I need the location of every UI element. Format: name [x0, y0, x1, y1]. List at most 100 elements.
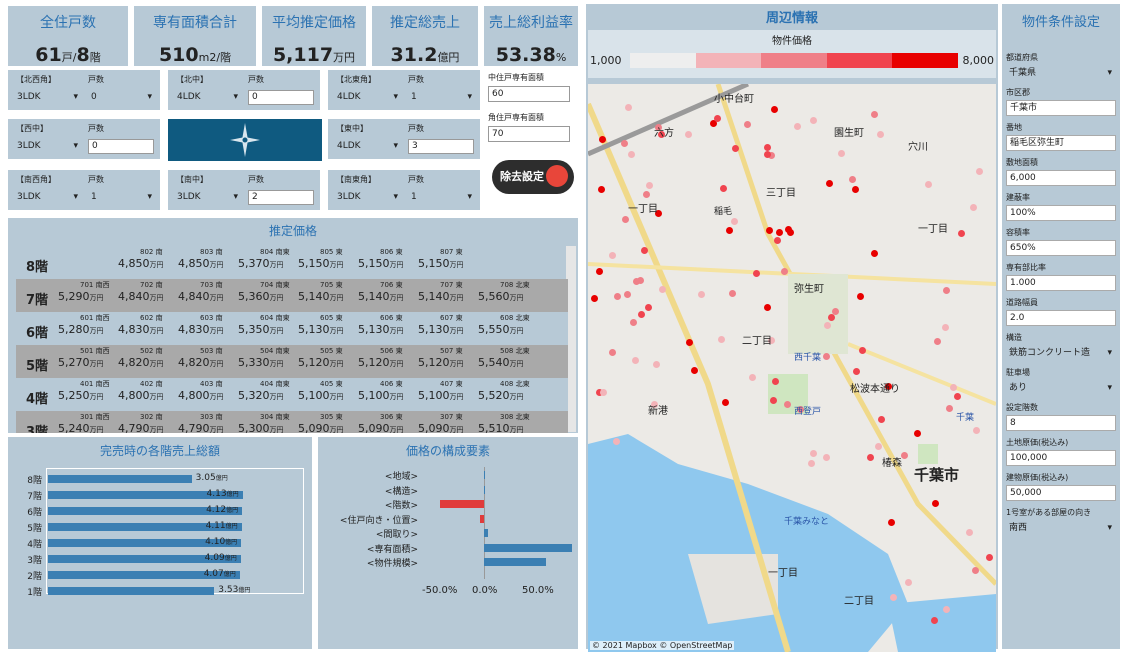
unit-price-cell[interactable]: 504 南東 5,330万円: [238, 346, 290, 369]
component-bar[interactable]: [484, 485, 485, 494]
remove-settings-button[interactable]: 除去設定: [492, 160, 574, 194]
unit-price-cell[interactable]: 308 北東 5,510万円: [478, 412, 530, 433]
unit-price-cell[interactable]: 404 南東 5,320万円: [238, 379, 290, 402]
unit-price-cell[interactable]: 503 南 4,820万円: [178, 346, 224, 369]
unit-price-cell[interactable]: 606 東 5,130万円: [358, 313, 404, 336]
setting-input[interactable]: 50,000: [1006, 485, 1116, 501]
property-marker[interactable]: [726, 226, 733, 234]
layout-select[interactable]: 3LDK: [14, 139, 80, 154]
property-marker[interactable]: [731, 144, 739, 152]
property-marker[interactable]: [637, 310, 645, 318]
mid-area-input[interactable]: 60: [488, 86, 570, 102]
property-marker[interactable]: [608, 252, 616, 260]
unit-price-cell[interactable]: 402 南 4,800万円: [118, 379, 164, 402]
component-bar[interactable]: [484, 558, 546, 566]
unit-price-cell[interactable]: 401 南西 5,250万円: [58, 379, 110, 402]
unit-price-cell[interactable]: 505 東 5,120万円: [298, 346, 344, 369]
property-marker[interactable]: [933, 337, 941, 345]
property-marker[interactable]: [822, 454, 830, 462]
unit-price-cell[interactable]: 305 東 5,090万円: [298, 412, 344, 433]
unit-price-cell[interactable]: 605 東 5,130万円: [298, 313, 344, 336]
setting-input[interactable]: 1.000: [1006, 275, 1116, 291]
setting-input[interactable]: 100,000: [1006, 450, 1116, 466]
map-view[interactable]: 小中台町 園生町 穴川 六方 一丁目 稲毛 三丁目 弥生町 二丁目 西千葉 松波…: [588, 84, 996, 652]
property-marker[interactable]: [597, 185, 605, 193]
setting-select[interactable]: 千葉県: [1006, 65, 1116, 81]
unit-price-cell[interactable]: 306 東 5,090万円: [358, 412, 404, 433]
unit-price-cell[interactable]: 806 東 5,150万円: [358, 247, 404, 270]
property-marker[interactable]: [809, 449, 817, 457]
layout-select[interactable]: 4LDK: [174, 90, 240, 105]
count-input[interactable]: 0: [248, 90, 314, 105]
setting-select[interactable]: 南西: [1006, 520, 1116, 536]
count-input[interactable]: 2: [248, 190, 314, 205]
property-marker[interactable]: [728, 289, 736, 297]
property-marker[interactable]: [784, 225, 792, 233]
property-marker[interactable]: [629, 318, 637, 326]
unit-price-cell[interactable]: 804 南東 5,370万円: [238, 247, 290, 270]
unit-price-cell[interactable]: 506 東 5,120万円: [358, 346, 404, 369]
property-marker[interactable]: [763, 303, 771, 311]
setting-input[interactable]: 650%: [1006, 240, 1116, 256]
setting-input[interactable]: 稲毛区弥生町: [1006, 135, 1116, 151]
property-marker[interactable]: [753, 269, 761, 277]
unit-price-cell[interactable]: 303 南 4,790万円: [178, 412, 224, 433]
layout-select[interactable]: 3LDK: [334, 190, 400, 205]
property-marker[interactable]: [851, 185, 859, 193]
unit-price-cell[interactable]: 802 南 4,850万円: [118, 247, 164, 270]
layout-select[interactable]: 4LDK: [334, 139, 400, 154]
count-select[interactable]: 1: [88, 190, 154, 205]
component-bar[interactable]: [484, 529, 488, 537]
property-marker[interactable]: [640, 247, 648, 255]
property-marker[interactable]: [595, 268, 603, 276]
component-bar[interactable]: [484, 471, 485, 479]
unit-price-cell[interactable]: 304 南東 5,300万円: [238, 412, 290, 433]
component-bar[interactable]: [440, 500, 484, 508]
unit-price-cell[interactable]: 307 東 5,090万円: [418, 412, 464, 433]
property-marker[interactable]: [972, 426, 980, 434]
layout-select[interactable]: 3LDK: [14, 90, 80, 105]
unit-price-cell[interactable]: 601 南西 5,280万円: [58, 313, 110, 336]
unit-price-cell[interactable]: 507 東 5,120万円: [418, 346, 464, 369]
property-marker[interactable]: [877, 415, 885, 423]
unit-price-cell[interactable]: 805 東 5,150万円: [298, 247, 344, 270]
setting-input[interactable]: 100%: [1006, 205, 1116, 221]
property-marker[interactable]: [590, 294, 598, 302]
property-marker[interactable]: [627, 150, 635, 158]
setting-input[interactable]: 2.0: [1006, 310, 1116, 326]
setting-select[interactable]: 鉄筋コンクリート造: [1006, 345, 1116, 361]
property-marker[interactable]: [823, 321, 831, 329]
property-marker[interactable]: [642, 191, 650, 199]
property-marker[interactable]: [730, 218, 738, 226]
property-marker[interactable]: [645, 181, 653, 189]
count-input[interactable]: 3: [408, 139, 474, 154]
setting-input[interactable]: 8: [1006, 415, 1116, 431]
unit-price-cell[interactable]: 302 南 4,790万円: [118, 412, 164, 433]
property-marker[interactable]: [809, 116, 817, 124]
layout-select[interactable]: 3LDK: [14, 190, 80, 205]
property-marker[interactable]: [870, 111, 878, 119]
layout-select[interactable]: 3LDK: [174, 190, 240, 205]
unit-price-cell[interactable]: 602 南 4,830万円: [118, 313, 164, 336]
property-marker[interactable]: [644, 304, 652, 312]
layout-select[interactable]: 4LDK: [334, 90, 400, 105]
unit-price-cell[interactable]: 706 東 5,140万円: [358, 280, 404, 303]
unit-price-cell[interactable]: 406 東 5,100万円: [358, 379, 404, 402]
unit-price-cell[interactable]: 707 東 5,140万円: [418, 280, 464, 303]
property-marker[interactable]: [953, 392, 961, 400]
floor-sales-bar[interactable]: [48, 587, 215, 595]
unit-price-cell[interactable]: 603 南 4,830万円: [178, 313, 224, 336]
property-marker[interactable]: [888, 518, 896, 526]
unit-price-cell[interactable]: 501 南西 5,270万円: [58, 346, 110, 369]
unit-price-cell[interactable]: 704 南東 5,360万円: [238, 280, 290, 303]
property-marker[interactable]: [613, 292, 621, 300]
unit-price-cell[interactable]: 604 南東 5,350万円: [238, 313, 290, 336]
setting-select[interactable]: あり: [1006, 380, 1116, 396]
property-marker[interactable]: [874, 442, 882, 450]
property-marker[interactable]: [945, 405, 953, 413]
unit-price-cell[interactable]: 607 東 5,130万円: [418, 313, 464, 336]
unit-price-cell[interactable]: 705 東 5,140万円: [298, 280, 344, 303]
property-marker[interactable]: [633, 277, 641, 285]
count-select[interactable]: 1: [408, 90, 474, 105]
property-marker[interactable]: [975, 168, 983, 175]
